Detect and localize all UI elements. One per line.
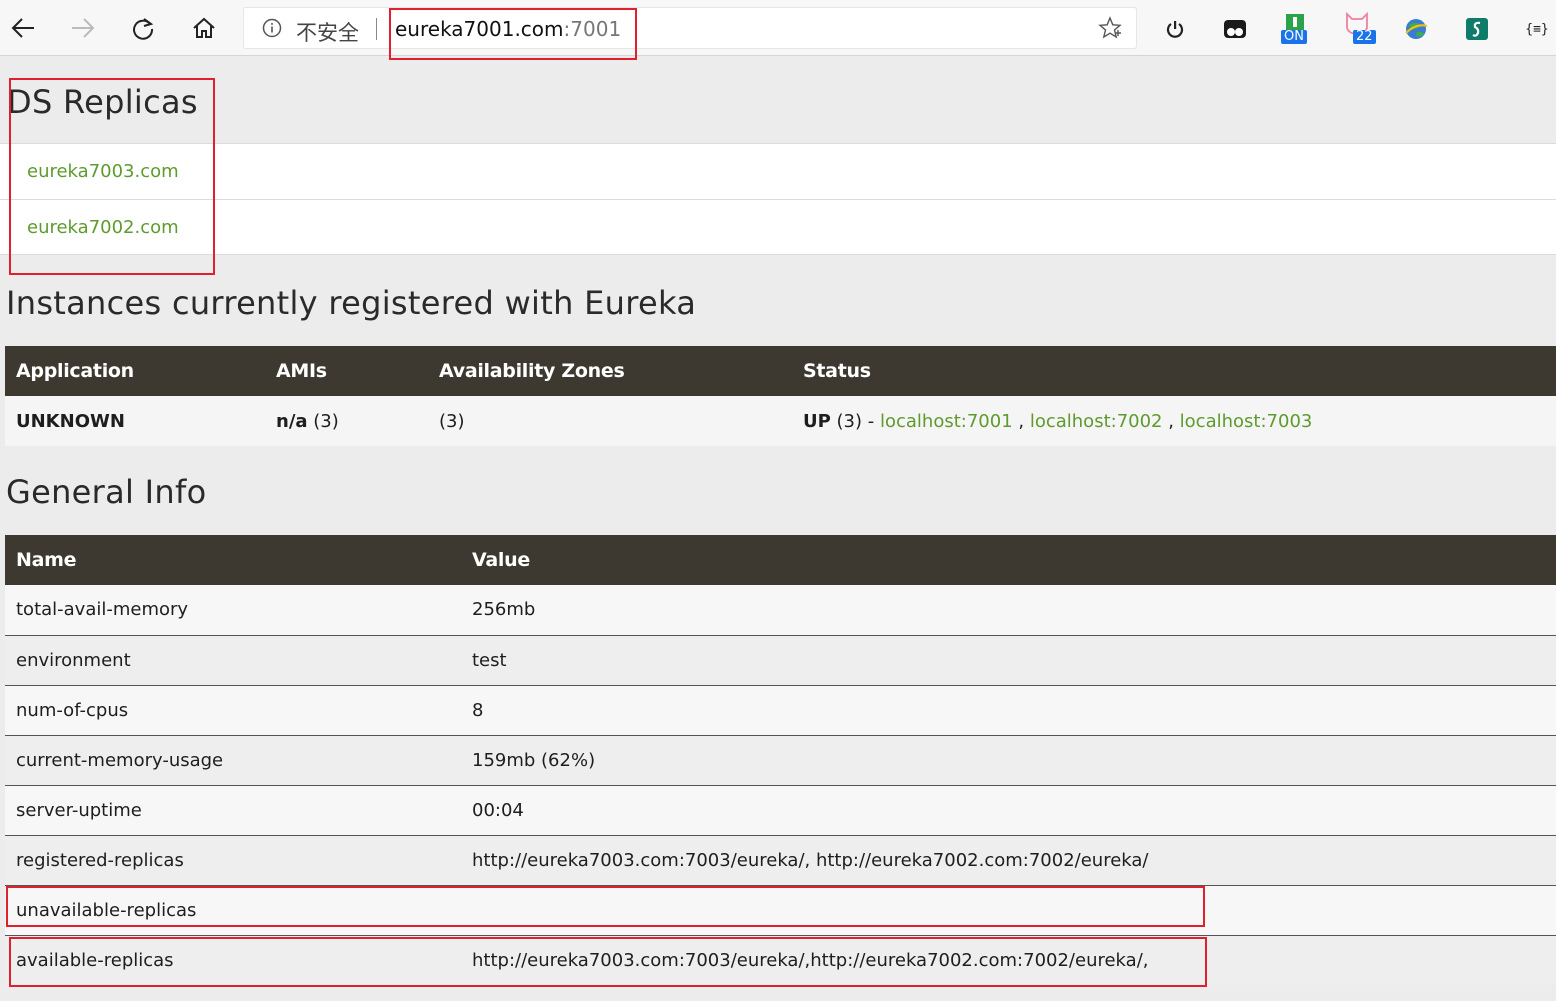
replica-link[interactable]: eureka7002.com [27,217,179,238]
info-value: test [472,649,507,671]
table-row: num-of-cpus 8 [5,685,1556,735]
general-info-title: General Info [6,473,207,511]
json-formatter-icon[interactable]: {≡} [1524,16,1550,42]
table-row: registered-replicas http://eureka7003.com… [5,835,1556,885]
url-port: :7001 [563,17,622,41]
info-name: environment [16,649,131,671]
general-info-header-row: Name Value [5,535,1556,585]
cat-extension-icon[interactable]: 22 [1344,12,1376,44]
extension-on-badge: ON [1281,30,1307,44]
replica-list: eureka7003.com eureka7002.com [0,143,1556,255]
status-cell: UP (3) - localhost:7001 , localhost:7002… [792,396,1556,446]
info-value: http://eureka7003.com:7003/eureka/,http:… [472,949,1149,971]
instance-link[interactable]: localhost:7002 [1030,411,1163,432]
application-cell: UNKNOWN [16,410,125,432]
bookmark-star-icon[interactable] [1098,16,1122,44]
instances-title: Instances currently registered with Eure… [6,284,697,322]
table-row: unavailable-replicas [5,885,1556,935]
replicas-title: DS Replicas [7,83,198,121]
info-icon[interactable] [262,18,282,42]
instance-link[interactable]: localhost:7001 [880,411,1013,432]
column-header-value: Value [472,549,530,571]
browser-toolbar: 不安全 eureka7001.com:7001 ON 22 {≡} [0,0,1556,56]
table-row: server-uptime 00:04 [5,785,1556,835]
info-name: num-of-cpus [16,699,129,721]
column-header-name: Name [16,549,77,571]
amis-count: (3) [307,410,339,432]
info-name: server-uptime [16,799,142,821]
power-icon[interactable] [1162,16,1188,42]
column-header-application: Application [16,360,134,382]
tampermonkey-icon[interactable] [1222,16,1248,42]
link-separator: , [1162,410,1180,432]
info-value: 00:04 [472,799,524,821]
column-header-amis: AMIs [276,360,327,382]
table-row: current-memory-usage 159mb (62%) [5,735,1556,785]
amis-value: n/a [276,410,308,432]
instances-header-row: Application AMIs Availability Zones Stat… [5,346,1556,396]
column-header-zones: Availability Zones [439,360,625,382]
url-text[interactable]: eureka7001.com:7001 [395,17,621,41]
address-bar[interactable]: 不安全 eureka7001.com:7001 [243,7,1137,49]
insecure-label: 不安全 [296,21,359,45]
info-name: current-memory-usage [16,749,224,771]
info-value: 8 [472,699,484,721]
instance-link[interactable]: localhost:7003 [1180,411,1313,432]
home-icon[interactable] [186,10,222,46]
replica-list-item: eureka7002.com [0,199,1556,255]
address-separator [376,18,377,40]
globe-extension-icon[interactable] [1403,16,1429,42]
table-row: UNKNOWN n/a (3) (3) UP (3) - localhost:7… [5,396,1556,446]
status-count: (3) - [830,410,880,432]
forward-arrow-icon[interactable] [65,10,101,46]
link-separator: , [1012,410,1030,432]
general-info-table: Name Value total-avail-memory 256mb envir… [5,535,1556,985]
info-name: registered-replicas [16,849,184,871]
url-host: eureka7001.com [395,17,564,41]
info-name: available-replicas [16,949,174,971]
amis-cell: n/a (3) [265,396,428,446]
reload-icon[interactable] [125,10,161,46]
info-name: unavailable-replicas [16,899,197,921]
info-value: http://eureka7003.com:7003/eureka/, http… [472,849,1149,871]
info-name: total-avail-memory [16,599,189,621]
replica-link[interactable]: eureka7003.com [27,161,179,182]
table-row: environment test [5,635,1556,685]
instances-table: Application AMIs Availability Zones Stat… [5,346,1556,446]
s-extension-icon[interactable] [1464,16,1490,42]
status-value: UP [803,410,831,432]
extension-count-badge: 22 [1353,30,1376,44]
zones-cell: (3) [439,410,465,432]
column-header-status: Status [803,360,871,382]
extension-on-icon[interactable]: ON [1281,14,1308,44]
info-value [461,885,1556,935]
info-value: 256mb [472,599,536,621]
replica-list-item: eureka7003.com [0,143,1556,199]
info-value: 159mb (62%) [472,749,596,771]
back-arrow-icon[interactable] [5,10,41,46]
table-row: available-replicas http://eureka7003.com:… [5,935,1556,985]
table-row: total-avail-memory 256mb [5,585,1556,635]
